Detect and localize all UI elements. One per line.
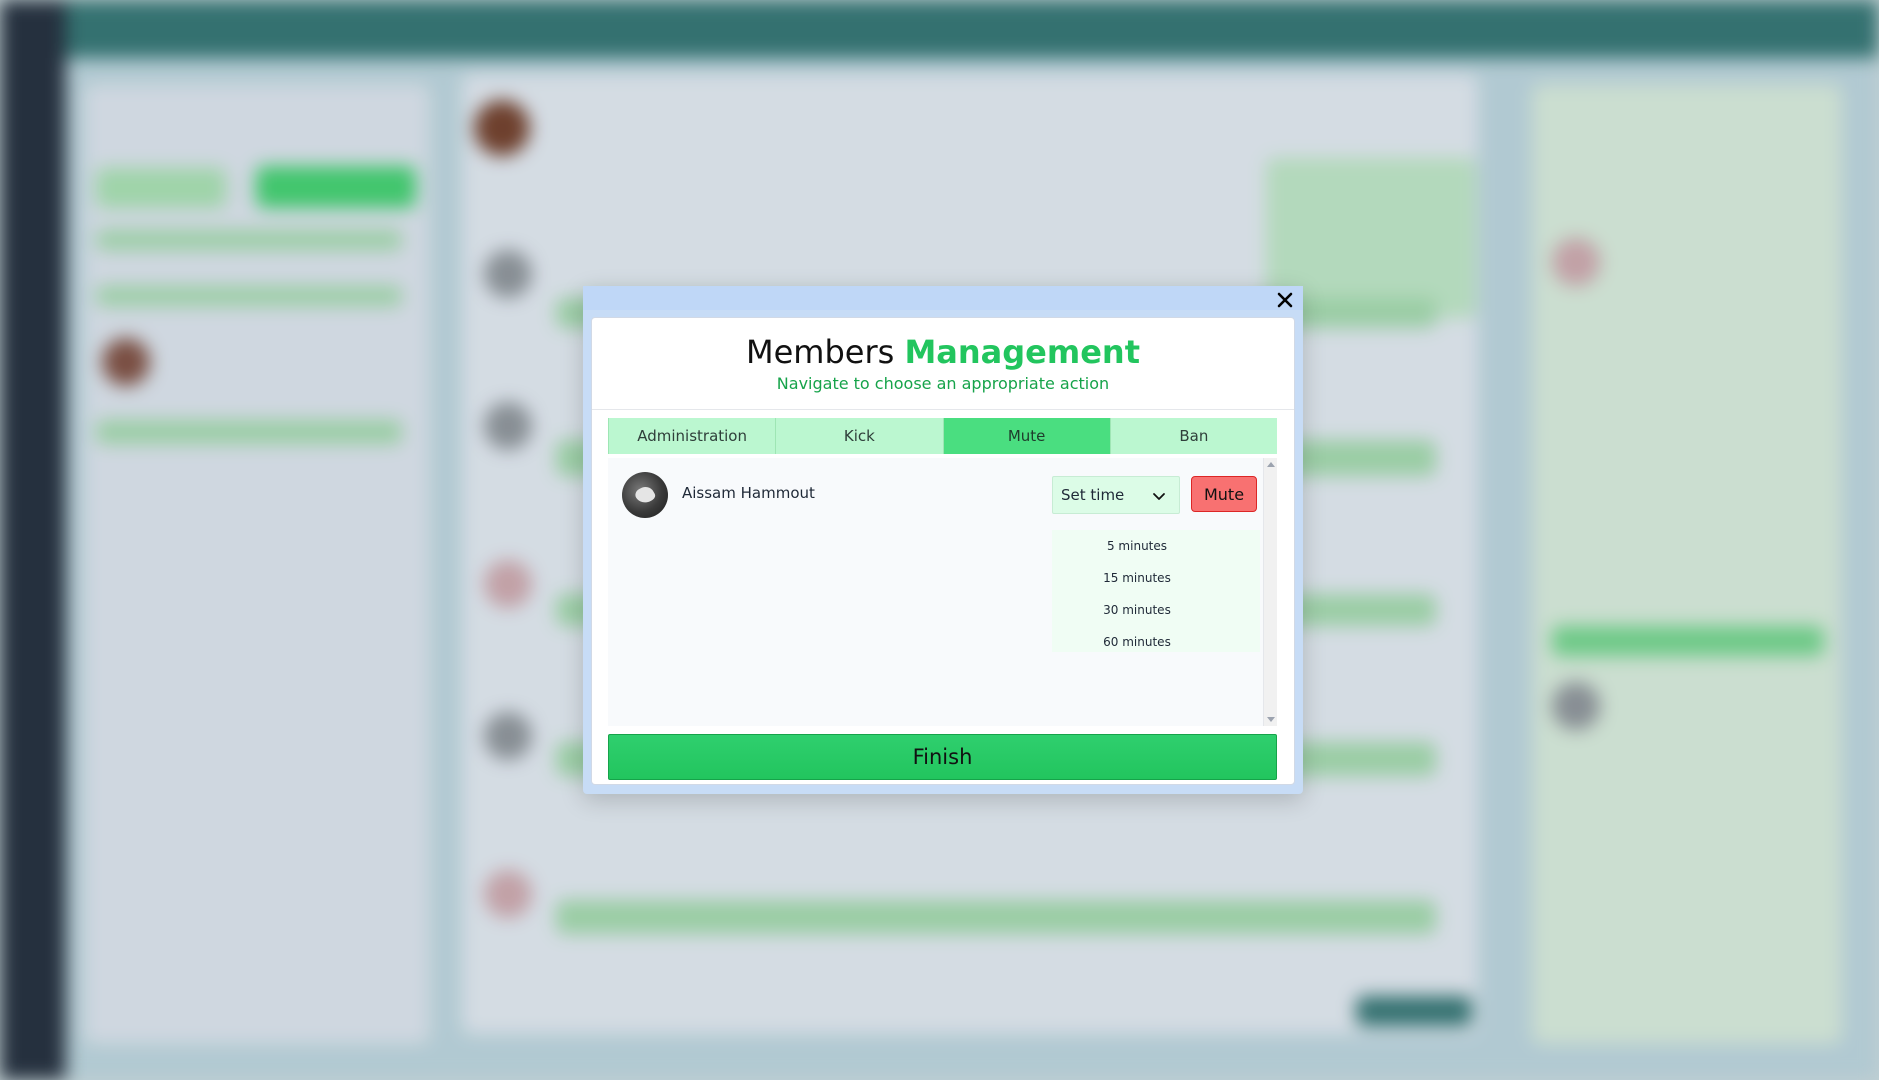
close-button[interactable] (1273, 288, 1297, 312)
scrollbar[interactable] (1263, 458, 1277, 726)
select-value: Set time (1061, 486, 1125, 504)
mute-button[interactable]: Mute (1191, 476, 1257, 512)
modal-subtitle: Navigate to choose an appropriate action (776, 374, 1110, 393)
tab-ban[interactable]: Ban (1110, 418, 1277, 454)
scroll-down-icon[interactable] (1267, 717, 1275, 722)
mute-duration-select[interactable]: Set time (1052, 476, 1180, 514)
modal-topbar (583, 286, 1303, 310)
option-30-minutes[interactable]: 30 minutes (1052, 594, 1260, 626)
member-name: Aissam Hammout (682, 484, 815, 502)
scroll-up-icon[interactable] (1267, 462, 1275, 467)
chevron-down-icon (1153, 493, 1165, 500)
tab-administration[interactable]: Administration (608, 418, 777, 454)
member-row: Aissam Hammout Set time Mute 5 minutes 1… (622, 470, 1260, 652)
title-accent: Management (904, 333, 1140, 371)
option-5-minutes[interactable]: 5 minutes (1052, 530, 1260, 562)
modal-title: Members Management (592, 332, 1294, 372)
avatar (622, 472, 668, 518)
title-plain: Members (745, 333, 895, 371)
modal-header: Members Management Navigate to choose an… (592, 318, 1294, 410)
tab-kick[interactable]: Kick (776, 418, 944, 454)
modal-body: Members Management Navigate to choose an… (591, 317, 1295, 785)
finish-button[interactable]: Finish (608, 734, 1277, 780)
tab-mute[interactable]: Mute (943, 418, 1111, 454)
option-15-minutes[interactable]: 15 minutes (1052, 562, 1260, 594)
action-tabs: Administration Kick Mute Ban (608, 418, 1277, 454)
close-icon (1277, 292, 1293, 308)
members-management-modal: Members Management Navigate to choose an… (583, 286, 1303, 794)
members-list: Aissam Hammout Set time Mute 5 minutes 1… (608, 458, 1277, 726)
duration-options: 5 minutes 15 minutes 30 minutes 60 minut… (1052, 530, 1260, 652)
option-60-minutes[interactable]: 60 minutes (1052, 626, 1260, 658)
